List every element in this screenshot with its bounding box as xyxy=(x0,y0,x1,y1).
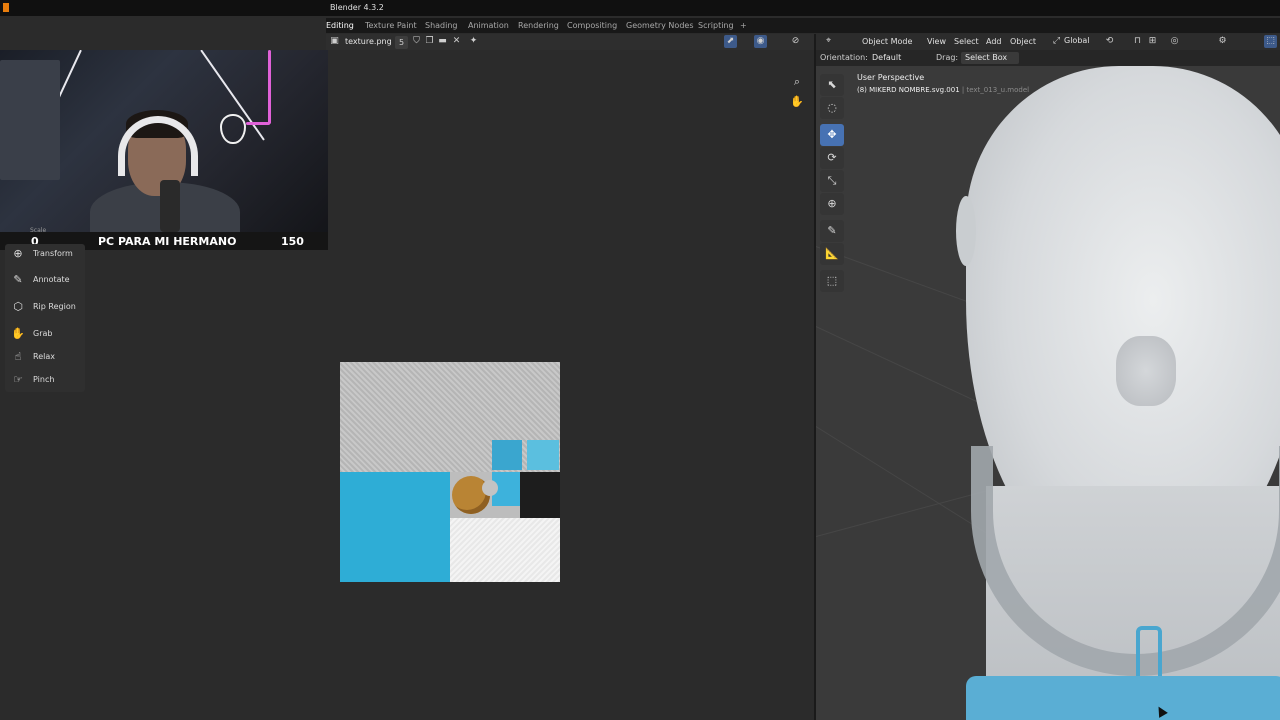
tool-label: Transform xyxy=(33,249,73,258)
viewport-tool-settings: Orientation: Default Drag: Select Box xyxy=(816,50,1280,66)
pivot-point-icon[interactable]: ⟲ xyxy=(1103,35,1116,48)
menu-view[interactable]: View xyxy=(927,37,946,46)
rotate-tool-icon[interactable]: ⟳ xyxy=(820,147,844,169)
open-folder-icon[interactable]: ▬ xyxy=(436,35,449,48)
alien-icon xyxy=(220,114,246,144)
select-tool-icon[interactable]: ⬉ xyxy=(820,74,844,96)
title-bar: Blender 4.3.2 xyxy=(0,0,1280,16)
counter-goal: 150 xyxy=(281,235,304,248)
tab-compositing[interactable]: Compositing xyxy=(567,21,617,30)
proportional-edit-icon[interactable]: ◎ xyxy=(1168,35,1181,48)
orientation-dropdown[interactable]: Default xyxy=(868,52,913,64)
orientation-label: Orientation: xyxy=(820,53,868,62)
workspace-tabs: Editing Texture Paint Shading Animation … xyxy=(326,18,1280,33)
cookie-icon xyxy=(452,476,498,514)
pinch-icon: ☞ xyxy=(13,373,23,386)
tool-label: Rip Region xyxy=(33,302,76,311)
3d-viewport[interactable] xyxy=(816,66,1280,720)
toggle-overlays-icon[interactable]: ⬚ xyxy=(1264,35,1277,48)
uv-editor-header: ▣ texture.png 5 ⛉ ❐ ▬ ✕ ✦ ⬈ ◉ ⊘ xyxy=(326,34,814,50)
image-users-count[interactable]: 5 xyxy=(395,36,408,49)
tab-shading[interactable]: Shading xyxy=(425,21,458,30)
tool-label: Grab xyxy=(33,329,53,338)
name-plate-model[interactable] xyxy=(966,676,1280,720)
view-name-label: User Perspective xyxy=(857,73,925,82)
display-channels-icon[interactable]: ⊘ xyxy=(789,35,802,48)
tool-annotate[interactable]: ✎ Annotate xyxy=(5,270,85,290)
tab-editing[interactable]: Editing xyxy=(326,21,354,30)
transform-orientation-select[interactable]: Global xyxy=(1064,36,1090,45)
object-info-text: (8) MIKERD NOMBRE.svg.001 xyxy=(857,86,960,94)
tab-rendering[interactable]: Rendering xyxy=(518,21,559,30)
add-workspace-button[interactable]: + xyxy=(740,21,747,30)
zoom-icon[interactable]: ⌕ xyxy=(790,75,804,89)
transform-icon: ⊕ xyxy=(13,247,23,260)
menu-object[interactable]: Object xyxy=(1010,37,1036,46)
image-browse-icon[interactable]: ▣ xyxy=(328,35,341,48)
ear-shape xyxy=(956,196,976,266)
menu-add[interactable]: Add xyxy=(986,37,1002,46)
annotate-tool-icon[interactable]: ✎ xyxy=(820,220,844,242)
image-name-field[interactable]: texture.png xyxy=(345,37,392,46)
menu-select[interactable]: Select xyxy=(954,37,979,46)
blender-logo-icon xyxy=(3,3,9,12)
snap-toggle-icon[interactable]: ⊓ xyxy=(1131,35,1144,48)
drag-dropdown[interactable]: Select Box xyxy=(961,52,1020,64)
fake-user-icon[interactable]: ⛉ xyxy=(410,35,423,48)
snap-settings-icon[interactable]: ⊞ xyxy=(1146,35,1159,48)
counter-title: PC PARA MI HERMANO xyxy=(98,235,237,248)
unlink-icon[interactable]: ✕ xyxy=(450,35,463,48)
rip-icon: ⬡ xyxy=(13,300,23,313)
tab-geometry-nodes[interactable]: Geometry Nodes xyxy=(626,21,693,30)
object-info-extra: | text_013_u.model xyxy=(961,86,1030,94)
duplicate-icon[interactable]: ❐ xyxy=(423,35,436,48)
tool-grab[interactable]: ✋ Grab xyxy=(5,324,85,344)
nose-shape xyxy=(1116,336,1176,406)
pencil-icon: ✎ xyxy=(13,273,23,286)
tool-label: Pinch xyxy=(33,375,55,384)
viewport-toolbar: ⬉ ◌ ✥ ⟳ ⤡ ⊕ ✎ 📐 ⬚ xyxy=(820,74,844,294)
streamer-webcam-image xyxy=(0,50,328,232)
pin-icon[interactable]: ✦ xyxy=(467,35,480,48)
uv-toolbar: ⊕ Transform ✎ Annotate ⬡ Rip Region ✋ Gr… xyxy=(5,244,85,392)
tool-label: Annotate xyxy=(33,275,70,284)
viewport-gizmo-icon[interactable]: ⚙ xyxy=(1216,35,1229,48)
drag-label: Drag: xyxy=(936,53,959,62)
window-title: Blender 4.3.2 xyxy=(330,3,384,12)
tab-animation[interactable]: Animation xyxy=(468,21,509,30)
tab-scripting[interactable]: Scripting xyxy=(698,21,734,30)
move-tool-icon[interactable]: ✥ xyxy=(820,124,844,146)
transform-tool-icon[interactable]: ⊕ xyxy=(820,193,844,215)
scale-tool-icon[interactable]: ⤡ xyxy=(820,170,844,192)
texture-image[interactable] xyxy=(340,362,560,582)
tab-texture-paint[interactable]: Texture Paint xyxy=(365,21,417,30)
active-object-info: (8) MIKERD NOMBRE.svg.001 | text_013_u.m… xyxy=(857,86,1029,94)
add-cube-tool-icon[interactable]: ⬚ xyxy=(820,270,844,292)
mode-selector[interactable]: Object Mode xyxy=(848,36,916,48)
transform-orientation-icon[interactable]: ⤢ xyxy=(1050,35,1063,48)
tool-rip-region[interactable]: ⬡ Rip Region xyxy=(5,297,85,317)
grab-icon: ✋ xyxy=(11,327,25,340)
overlays-icon[interactable]: ◉ xyxy=(754,35,767,48)
tool-pinch[interactable]: ☞ Pinch xyxy=(5,370,85,390)
measure-tool-icon[interactable]: 📐 xyxy=(820,243,844,265)
tool-label: Relax xyxy=(33,352,55,361)
viewport-header: ⌖ Object Mode View Select Add Object ⤢ G… xyxy=(816,34,1280,50)
tool-transform[interactable]: ⊕ Transform xyxy=(5,244,85,264)
cursor-tool-icon[interactable]: ◌ xyxy=(820,97,844,119)
pan-hand-icon[interactable]: ✋ xyxy=(790,95,804,109)
snap-icon[interactable]: ⬈ xyxy=(724,35,737,48)
scale-label: Scale xyxy=(30,227,47,234)
tool-relax[interactable]: ☝ Relax xyxy=(5,347,85,367)
editor-type-icon[interactable]: ⌖ xyxy=(822,35,835,48)
relax-icon: ☝ xyxy=(14,350,22,363)
